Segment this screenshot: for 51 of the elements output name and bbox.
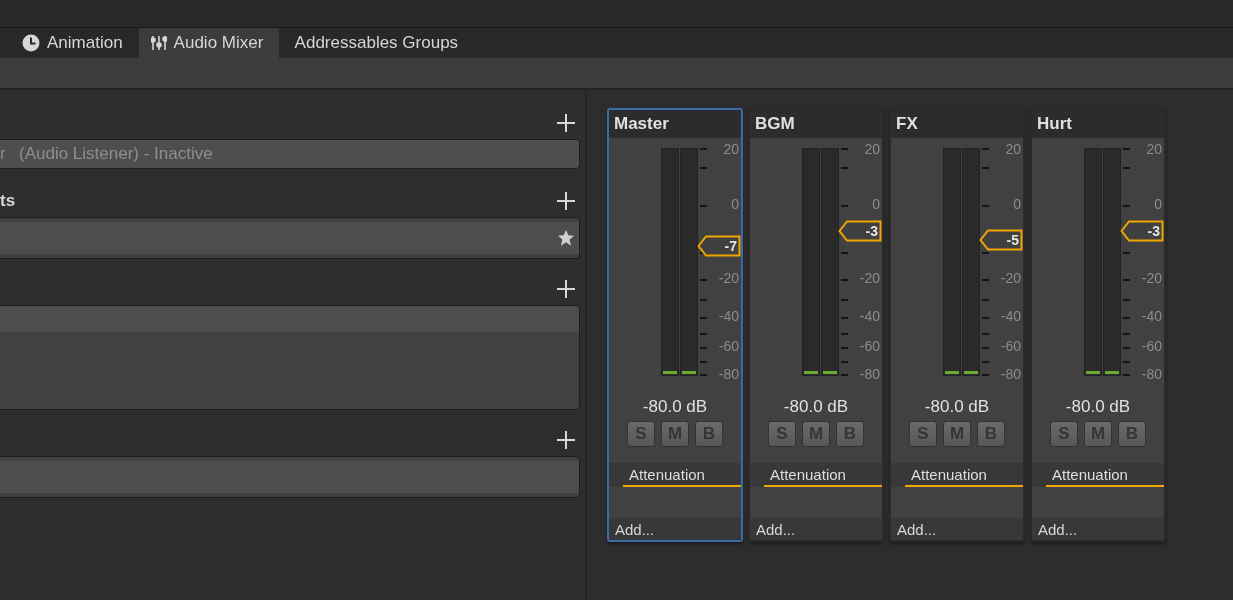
volume-reading: -80.0 dB — [1064, 397, 1132, 417]
scale-label: -20 — [1000, 271, 1021, 285]
add-icon[interactable] — [556, 113, 576, 133]
volume-reading: -80.0 dB — [782, 397, 850, 417]
sliders-icon — [150, 35, 167, 51]
add-effect-button[interactable]: Add... — [609, 518, 741, 540]
fader-value: -3 — [1147, 222, 1160, 242]
scale-label: -60 — [859, 339, 880, 353]
fader-value: -5 — [1006, 231, 1019, 251]
volume-reading: -80.0 dB — [641, 397, 709, 417]
starred-field[interactable] — [0, 217, 580, 259]
group-name: FX — [891, 110, 1023, 138]
scale-label: -40 — [1141, 309, 1162, 323]
fader-handle[interactable] — [697, 235, 741, 258]
fader-handle[interactable] — [979, 229, 1023, 252]
scale-label: -20 — [859, 271, 880, 285]
scale-label: -40 — [859, 309, 880, 323]
tab[interactable]: Audio Mixer — [138, 28, 279, 58]
scale-label: -60 — [1141, 339, 1162, 353]
volume-reading: -80.0 dB — [923, 397, 991, 417]
field-value: (Audio Listener) - Inactive — [19, 144, 213, 164]
group-name: Hurt — [1032, 110, 1164, 138]
scale-label: -20 — [1141, 271, 1162, 285]
scale-label: -60 — [1000, 339, 1021, 353]
group-name: BGM — [750, 110, 882, 138]
tab[interactable]: Addressables Groups — [282, 28, 471, 58]
tab[interactable]: Animation — [10, 28, 135, 58]
scale-label: -20 — [718, 271, 739, 285]
scale-label: -40 — [718, 309, 739, 323]
group-name: Master — [609, 110, 741, 138]
section-label: ts — [0, 191, 16, 211]
scale-label: 0 — [731, 197, 739, 211]
field-prefix: r — [0, 144, 7, 164]
add-effect-button[interactable]: Add... — [1032, 518, 1164, 540]
fader-handle[interactable] — [1120, 220, 1164, 243]
fader-value: -7 — [724, 237, 737, 257]
scale-label: 0 — [872, 197, 880, 211]
clock-icon — [22, 34, 40, 52]
scale-label: 0 — [1154, 197, 1162, 211]
fader-value: -3 — [865, 222, 878, 242]
fader-handle[interactable] — [838, 220, 882, 243]
add-icon[interactable] — [556, 279, 576, 299]
scale-label: -40 — [1000, 309, 1021, 323]
add-effect-button[interactable]: Add... — [891, 518, 1023, 540]
star-icon[interactable] — [557, 229, 575, 247]
add-icon[interactable] — [556, 191, 576, 211]
scale-label: -60 — [718, 339, 739, 353]
scale-label: 0 — [1013, 197, 1021, 211]
add-effect-button[interactable]: Add... — [750, 518, 882, 540]
empty-field[interactable] — [0, 456, 580, 498]
add-icon[interactable] — [556, 430, 576, 450]
